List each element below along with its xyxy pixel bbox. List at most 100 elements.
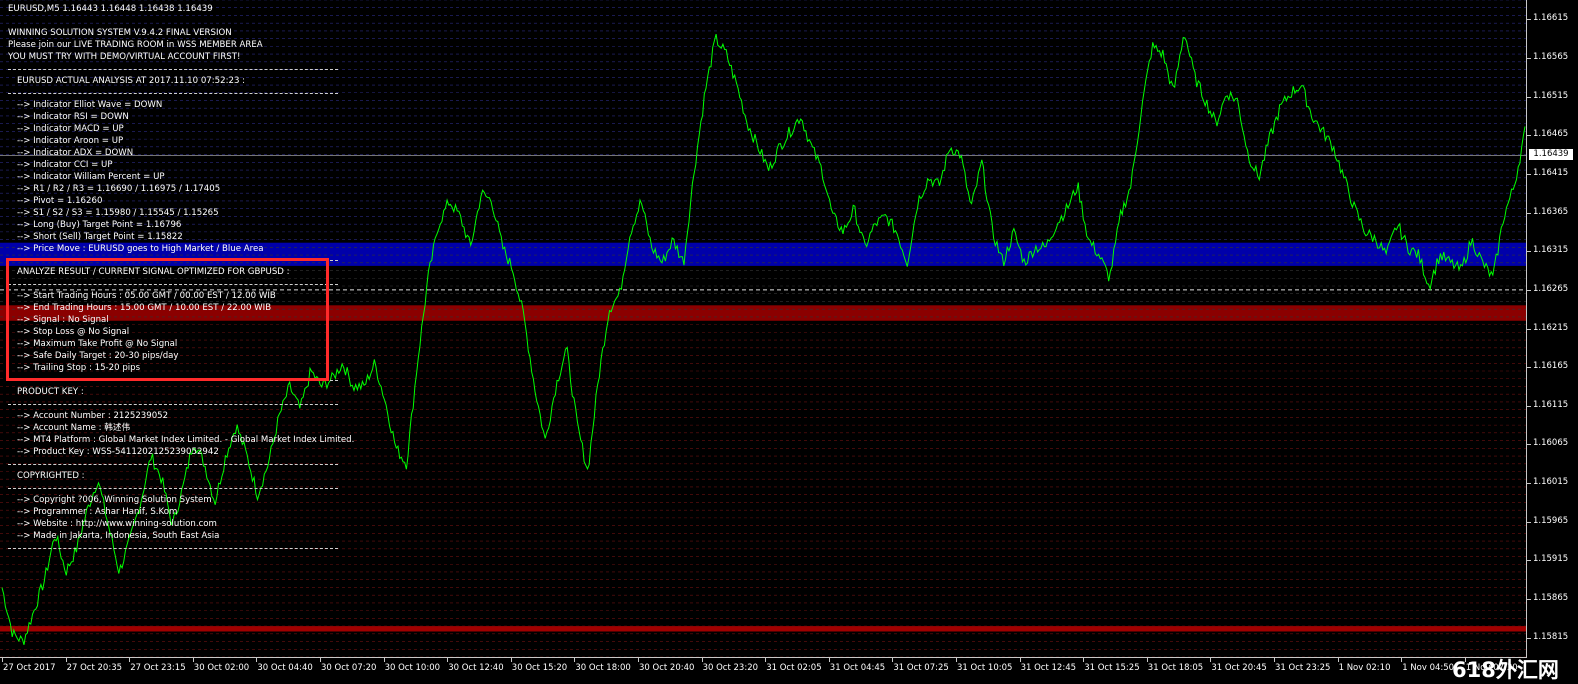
- intro-line: YOU MUST TRY WITH DEMO/VIRTUAL ACCOUNT F…: [8, 52, 241, 62]
- analysis-title: EURUSD ACTUAL ANALYSIS AT 2017.11.10 07:…: [17, 76, 246, 86]
- time-tick-label: 27 Oct 20:35: [66, 663, 123, 673]
- result-item: --> Safe Daily Target : 20-30 pips/day: [17, 351, 179, 361]
- analysis-item: --> Price Move : EURUSD goes to High Mar…: [17, 244, 264, 254]
- price-tick-label: 1.15915: [1533, 554, 1569, 565]
- result-item: --> Maximum Take Profit @ No Signal: [17, 339, 178, 349]
- copyright-items: --> Copyright ?006, Winning Solution Sys…: [8, 494, 338, 542]
- copyright-item: --> Website : http://www.winning-solutio…: [17, 519, 217, 529]
- separator: [8, 255, 338, 261]
- time-tick-mark: [574, 658, 576, 662]
- price-tick-label: 1.16065: [1533, 438, 1569, 449]
- price-tick-label: 1.16415: [1533, 167, 1569, 178]
- price-tick-mark: [1527, 599, 1531, 601]
- time-tick-mark: [320, 658, 321, 662]
- time-tick-label: 31 Oct 23:25: [1275, 663, 1331, 673]
- price-tick-label: 1.15815: [1533, 631, 1569, 642]
- time-tick-label: 30 Oct 04:40: [257, 663, 313, 673]
- price-tick-mark: [1527, 251, 1531, 253]
- copyright-item: --> Made in Jakarta, Indonesia, South Ea…: [17, 531, 220, 541]
- price-tick-mark: [1527, 521, 1531, 523]
- time-tick-label: 31 Oct 15:25: [1084, 663, 1140, 673]
- time-tick-mark: [765, 658, 767, 662]
- price-tick-label: 1.16115: [1533, 399, 1569, 410]
- chart-area[interactable]: EURUSD,M5 1.16443 1.16448 1.16438 1.1643…: [0, 0, 1527, 657]
- time-tick-label: 30 Oct 07:20: [321, 663, 377, 673]
- time-axis[interactable]: 27 Oct 2017 27 Oct 20:35 27 Oct 23:15 30 Oc…: [0, 657, 1527, 684]
- separator: [8, 482, 338, 489]
- price-axis[interactable]: 1.16615 1.16565 1.16515 1.16465 1.16415 1.163…: [1526, 0, 1578, 657]
- separator: [8, 398, 338, 405]
- price-tick-label: 1.16615: [1533, 13, 1569, 24]
- price-tick-label: 1.16215: [1533, 322, 1569, 333]
- product-item: --> Account Number : 2125239052: [17, 411, 169, 421]
- price-tick-mark: [1527, 19, 1531, 21]
- time-tick-label: 27 Oct 23:15: [130, 663, 186, 673]
- info-panel: EURUSD,M5 1.16443 1.16448 1.16438 1.1643…: [8, 3, 354, 554]
- analysis-item: --> Indicator CCI = UP: [17, 160, 113, 170]
- price-tick-label: 1.16565: [1533, 51, 1569, 62]
- time-tick-label: 31 Oct 07:25: [893, 663, 949, 673]
- time-tick-label: 1 Nov 04:50: [1402, 663, 1455, 673]
- analysis-item: --> Short (Sell) Target Point = 1.15822: [17, 232, 183, 242]
- analysis-item: --> Indicator William Percent = UP: [17, 172, 165, 182]
- result-item: --> End Trading Hours : 15.00 GMT / 10.0…: [17, 303, 272, 313]
- price-tick-mark: [1527, 444, 1531, 446]
- price-tick-mark: [1527, 289, 1531, 291]
- product-item: --> Account Name : 韩述伟: [17, 423, 131, 433]
- time-tick-mark: [447, 658, 449, 662]
- result-item: --> Signal : No Signal: [17, 315, 109, 325]
- time-tick-label: 30 Oct 18:00: [575, 663, 631, 673]
- time-tick-mark: [638, 658, 639, 662]
- price-tick-mark: [1527, 328, 1531, 330]
- price-tick-mark: [1527, 405, 1531, 407]
- separator: [8, 63, 338, 70]
- watermark-logo: 618外汇网: [1452, 658, 1559, 682]
- time-tick-label: 30 Oct 12:40: [448, 663, 504, 673]
- time-tick-label: 30 Oct 15:20: [511, 663, 568, 673]
- analysis-item: --> Indicator RSI = DOWN: [17, 112, 129, 122]
- analysis-item: --> S1 / S2 / S3 = 1.15980 / 1.15545 / 1…: [17, 208, 219, 218]
- intro-line: Please join our LIVE TRADING ROOM in WSS…: [8, 40, 263, 50]
- time-tick-label: 30 Oct 23:20: [702, 663, 759, 673]
- time-tick-mark: [65, 658, 67, 662]
- time-tick-label: 31 Oct 04:45: [829, 663, 886, 673]
- time-tick-mark: [956, 658, 957, 662]
- result-items: --> Start Trading Hours : 05.00 GMT / 00…: [8, 290, 338, 374]
- copyright-item: --> Copyright ?006, Winning Solution Sys…: [17, 495, 212, 505]
- result-item: --> Stop Loss @ No Signal: [17, 327, 130, 337]
- analysis-item: --> Pivot = 1.16260: [17, 196, 103, 206]
- time-tick-label: 27 Oct 2017: [3, 663, 56, 673]
- analysis-item: --> Indicator MACD = UP: [17, 124, 124, 134]
- product-items: --> Account Number : 2125239052 --> Accou…: [8, 410, 354, 458]
- price-tick-mark: [1527, 367, 1531, 369]
- time-tick-mark: [892, 658, 894, 662]
- time-tick-label: 31 Oct 02:05: [766, 663, 822, 673]
- price-tick-label: 1.16015: [1533, 477, 1569, 488]
- price-tick-label: 1.16265: [1533, 283, 1569, 294]
- price-tick-mark: [1527, 173, 1531, 175]
- time-tick-label: 30 Oct 20:40: [639, 663, 695, 673]
- time-tick-mark: [510, 658, 512, 662]
- copyright-item: --> Programmer : Ashar Hanif, S.Kom: [17, 507, 178, 517]
- time-tick-mark: [1083, 658, 1085, 662]
- result-title: ANALYZE RESULT / CURRENT SIGNAL OPTIMIZE…: [17, 267, 290, 277]
- analysis-item: --> Indicator Aroon = UP: [17, 136, 124, 146]
- time-tick-mark: [1210, 658, 1212, 662]
- copyright-title: COPYRIGHTED :: [17, 471, 85, 481]
- separator: [8, 458, 338, 465]
- separator: [8, 278, 338, 285]
- price-tick-mark: [1527, 637, 1531, 639]
- price-tick-mark: [1527, 96, 1531, 98]
- time-tick-label: 1 Nov 02:10: [1338, 663, 1391, 673]
- time-tick-label: 31 Oct 18:05: [1147, 663, 1204, 673]
- time-tick-mark: [701, 658, 703, 662]
- intro-lines: WINNING SOLUTION SYSTEM V.9.4.2 FINAL VE…: [8, 27, 338, 63]
- price-tick-mark: [1527, 483, 1531, 485]
- analysis-item: --> Indicator Elliot Wave = DOWN: [17, 100, 163, 110]
- time-tick-mark: [1146, 658, 1148, 662]
- price-tick-mark: [1527, 57, 1531, 59]
- red-low-zone: [0, 626, 1527, 632]
- price-tick-mark: [1527, 560, 1531, 562]
- analysis-item: --> Indicator ADX = DOWN: [17, 148, 134, 158]
- product-title: PRODUCT KEY :: [17, 387, 84, 397]
